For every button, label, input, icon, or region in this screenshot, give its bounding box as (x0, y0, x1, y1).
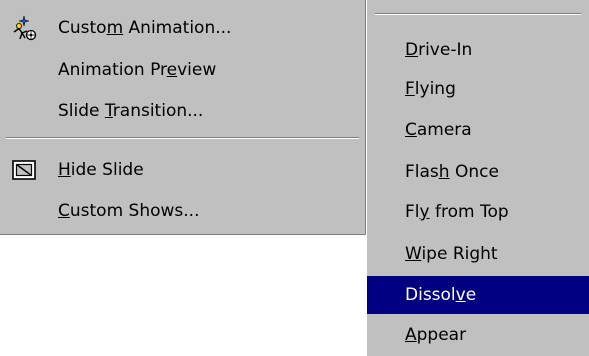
submenu-item-camera[interactable]: Camera (367, 111, 589, 149)
submenu-item-label: Dissolve (405, 285, 477, 305)
submenu-item-label: Flying (405, 79, 456, 99)
menu-item-label: Custom Shows... (58, 201, 200, 221)
submenu-item-label: Wipe Right (405, 244, 498, 264)
submenu-top-edge (375, 13, 581, 15)
preset-animation-submenu: Drive-In Flying Camera Flash Once Fly fr… (366, 0, 589, 356)
menu-item-label: Slide Transition... (58, 101, 204, 121)
submenu-item-label: Flash Once (405, 162, 499, 182)
menu-item-label: Hide Slide (58, 160, 144, 180)
custom-animation-icon (11, 15, 37, 41)
submenu-item-appear[interactable]: Appear (367, 316, 589, 354)
submenu-item-dissolve[interactable]: Dissolve (367, 276, 589, 314)
menu-item-slide-transition[interactable]: Slide Transition... (0, 92, 365, 130)
submenu-item-label: Appear (405, 325, 467, 345)
submenu-item-flying[interactable]: Flying (367, 70, 589, 108)
powerpoint-slide-show-menus: Custom Animation... Animation Preview Sl… (0, 0, 589, 356)
menu-item-custom-shows[interactable]: Custom Shows... (0, 192, 365, 230)
submenu-item-flash-once[interactable]: Flash Once (367, 153, 589, 191)
slide-show-menu: Custom Animation... Animation Preview Sl… (0, 0, 366, 235)
submenu-item-wipe-right[interactable]: Wipe Right (367, 235, 589, 273)
submenu-item-drive-in[interactable]: Drive-In (367, 31, 589, 69)
menu-separator (6, 137, 359, 139)
menu-item-animation-preview[interactable]: Animation Preview (0, 51, 365, 89)
submenu-item-label: Drive-In (405, 40, 473, 60)
menu-item-hide-slide[interactable]: Hide Slide (0, 151, 365, 189)
submenu-item-fly-from-top[interactable]: Fly from Top (367, 193, 589, 231)
submenu-item-label: Camera (405, 120, 472, 140)
hide-slide-icon (11, 157, 37, 183)
submenu-item-label: Fly from Top (405, 202, 509, 222)
menu-item-label: Custom Animation... (58, 18, 232, 38)
menu-item-custom-animation[interactable]: Custom Animation... (0, 9, 365, 47)
menu-item-label: Animation Preview (58, 60, 217, 80)
